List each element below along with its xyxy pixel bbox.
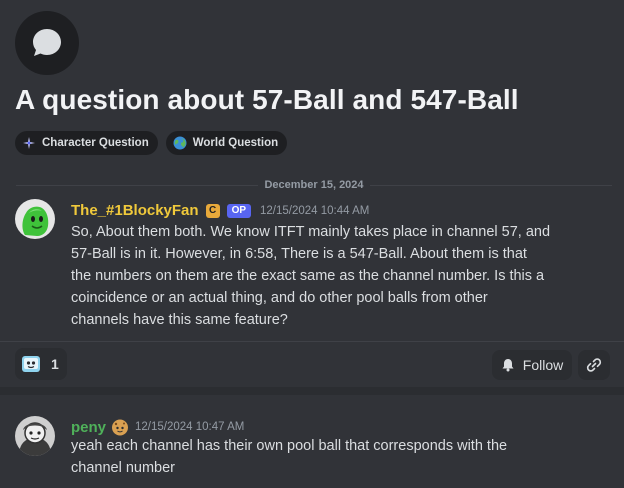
chat-bubble-icon bbox=[33, 29, 61, 56]
avatar[interactable] bbox=[15, 416, 55, 456]
section-separator bbox=[0, 387, 624, 395]
tag-character-question[interactable]: Character Question bbox=[15, 131, 158, 155]
message-line: So, About them both. We know ITFT mainly… bbox=[71, 224, 551, 240]
message-content: yeah each channel has their own pool bal… bbox=[71, 435, 591, 479]
tag-list: Character Question World Question bbox=[15, 131, 288, 155]
date-divider-label: December 15, 2024 bbox=[264, 179, 364, 191]
robot-face-emoji bbox=[22, 356, 40, 372]
sparkle-icon bbox=[22, 136, 36, 150]
thread-icon bbox=[15, 11, 79, 75]
message-line: yeah each channel has their own pool bal… bbox=[71, 438, 508, 454]
avatar[interactable] bbox=[15, 199, 55, 239]
date-divider: December 15, 2024 bbox=[16, 179, 613, 191]
bell-icon bbox=[501, 358, 515, 372]
timestamp: 12/15/2024 10:47 AM bbox=[135, 421, 245, 433]
reaction-button[interactable]: 1 bbox=[15, 348, 67, 380]
link-icon bbox=[586, 358, 602, 372]
timestamp: 12/15/2024 10:44 AM bbox=[260, 204, 370, 217]
message-header: The_#1BlockyFan C OP 12/15/2024 10:44 AM bbox=[71, 202, 369, 219]
tag-label: Character Question bbox=[42, 137, 149, 149]
reaction-count: 1 bbox=[51, 356, 59, 372]
separator bbox=[0, 341, 624, 342]
character-avatar bbox=[15, 416, 55, 456]
message-line: 57-Ball is in it. However, in 6:58, Ther… bbox=[71, 246, 527, 262]
message-line: coincidence or an actual thing, and do o… bbox=[71, 290, 488, 306]
copy-link-button[interactable] bbox=[578, 350, 610, 380]
op-badge: OP bbox=[226, 203, 252, 218]
tag-world-question[interactable]: World Question bbox=[165, 131, 288, 155]
message-header: peny 12/15/2024 10:47 AM bbox=[71, 418, 244, 436]
message-content: So, About them both. We know ITFT mainly… bbox=[71, 221, 591, 331]
follow-button[interactable]: Follow bbox=[492, 350, 572, 380]
thread-title: A question about 57-Ball and 547-Ball bbox=[15, 84, 519, 115]
role-badge: C bbox=[205, 203, 220, 218]
tag-label: World Question bbox=[192, 137, 279, 149]
globe-icon bbox=[173, 136, 187, 150]
follow-label: Follow bbox=[522, 357, 564, 373]
message-line: channels have this same feature? bbox=[71, 312, 288, 328]
username[interactable]: The_#1BlockyFan bbox=[71, 202, 199, 219]
message-line: the numbers on them are the exact same a… bbox=[71, 268, 545, 284]
message-line: channel number bbox=[71, 460, 175, 476]
cookie-face-emoji bbox=[112, 419, 129, 436]
green-blob-avatar bbox=[15, 199, 55, 239]
username[interactable]: peny bbox=[71, 419, 106, 436]
